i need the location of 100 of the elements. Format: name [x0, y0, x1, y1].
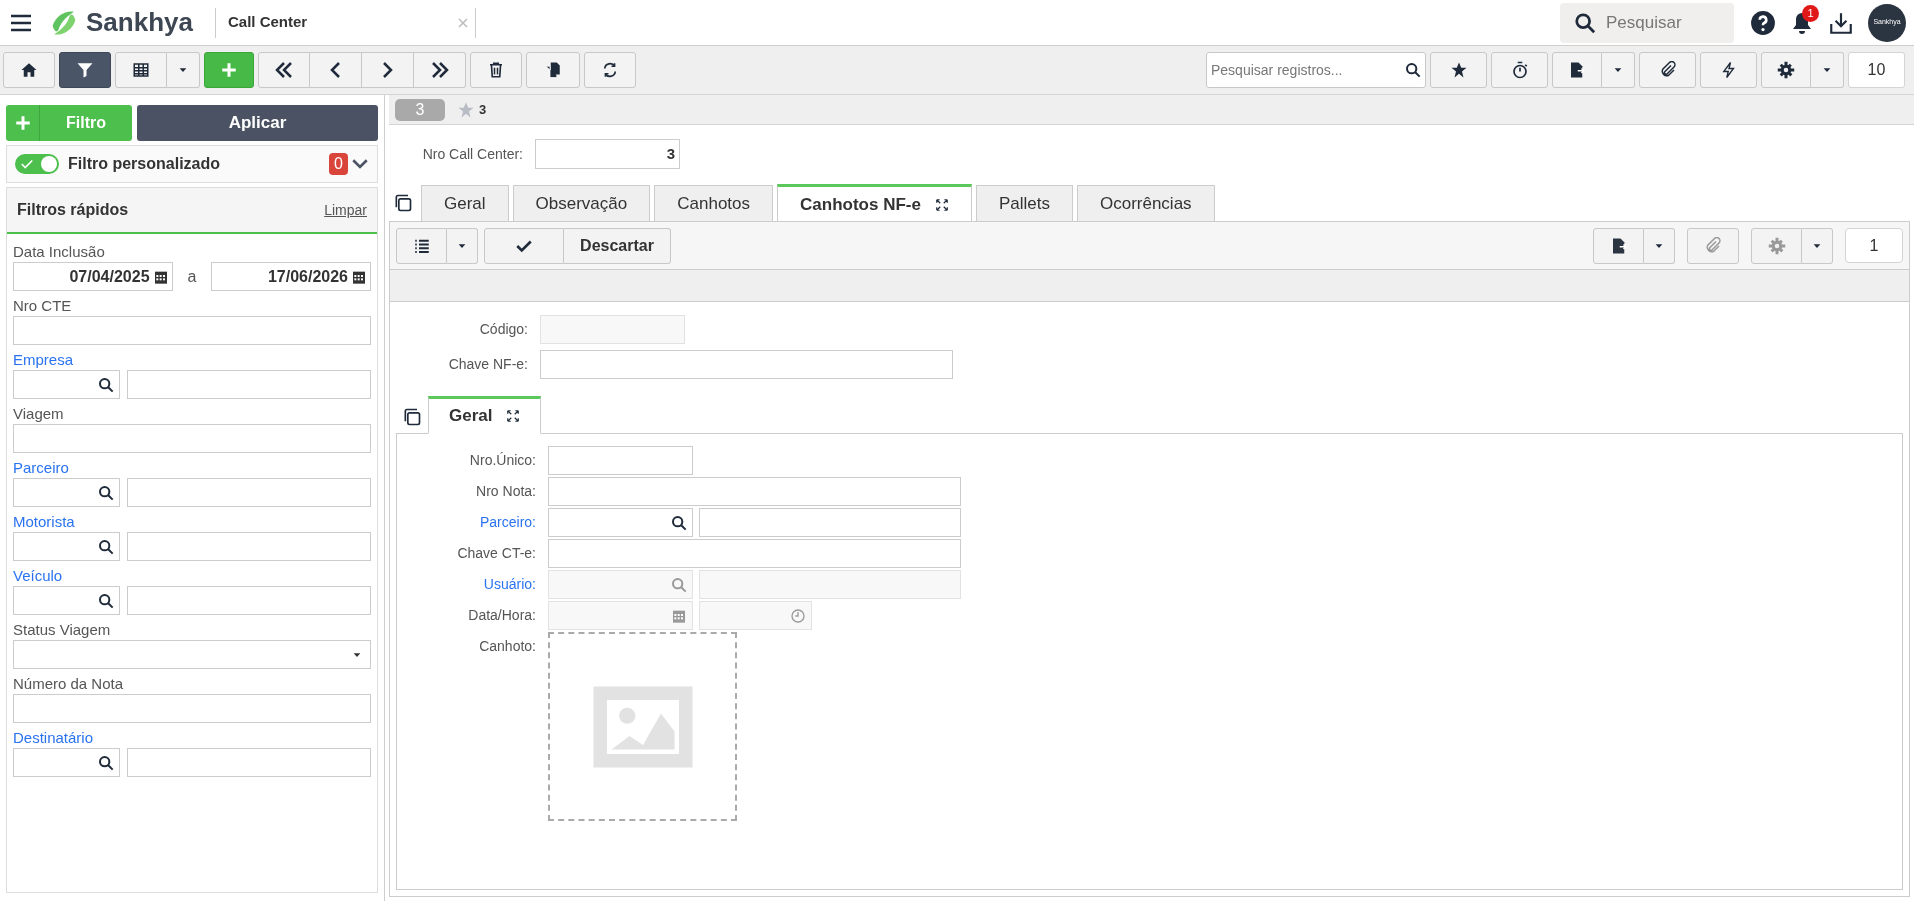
brand-name: Sankhya [86, 6, 193, 39]
record-count: 10 [1848, 52, 1905, 88]
caret-icon [178, 65, 188, 75]
logo[interactable]: Sankhya [47, 3, 193, 42]
date-field[interactable]: 07/04/2025 [13, 262, 173, 291]
home-icon [20, 61, 38, 79]
lookup-code-field[interactable] [13, 586, 120, 615]
export-button[interactable] [1593, 227, 1644, 264]
image-upload-area[interactable] [548, 632, 737, 821]
lookup-code-field[interactable] [13, 370, 120, 399]
copy-icon [544, 61, 562, 79]
field-label: Chave NF-e: [447, 355, 528, 374]
grid-view-dropdown[interactable] [167, 52, 200, 88]
next-record-button[interactable] [362, 52, 414, 88]
export-dropdown[interactable] [1644, 227, 1675, 264]
grid-view-button[interactable] [115, 52, 167, 88]
expand-icon [506, 409, 521, 423]
tab[interactable]: Geral [428, 396, 542, 434]
search-icon [671, 576, 687, 593]
notification-badge: 1 [1802, 4, 1819, 22]
list-view-dropdown[interactable] [447, 227, 478, 264]
star-icon [1449, 61, 1468, 79]
plus-icon [13, 114, 32, 132]
lookup-code-field[interactable] [13, 532, 120, 561]
clock-icon [790, 607, 806, 624]
global-search-field[interactable]: Pesquisar [1560, 2, 1734, 43]
lookup-name-field[interactable] [699, 508, 961, 537]
tab[interactable]: Canhotos NF-e [777, 184, 972, 222]
first-record-button[interactable] [258, 52, 310, 88]
filter-label[interactable]: Parceiro [13, 458, 371, 478]
input-field[interactable] [548, 477, 961, 506]
windows-icon [393, 193, 413, 213]
discard-button[interactable]: Descartar [564, 227, 671, 264]
tab[interactable]: Pallets [975, 185, 1073, 221]
clear-link[interactable]: Limpar [324, 199, 367, 221]
tab[interactable]: Observação [512, 185, 651, 221]
help-icon [1750, 9, 1776, 36]
select-field[interactable] [13, 640, 371, 669]
delete-button[interactable] [470, 52, 522, 88]
filter-label[interactable]: Motorista [13, 512, 371, 532]
caret-icon [1822, 65, 1832, 75]
last-record-button[interactable] [414, 52, 466, 88]
field-label: Código: [478, 320, 528, 339]
save-button[interactable] [484, 227, 564, 264]
filter-icon [76, 61, 94, 79]
input-field[interactable] [548, 539, 961, 568]
actions-button[interactable] [1700, 52, 1757, 88]
favorite-button[interactable] [1430, 52, 1487, 88]
nro-field[interactable]: 3 [535, 139, 680, 169]
field-label[interactable]: Parceiro: [405, 508, 536, 537]
apply-button[interactable]: Aplicar [137, 105, 378, 141]
search-icon [1574, 11, 1596, 34]
lookup-code-field[interactable] [13, 748, 120, 777]
lookup-name-field[interactable] [127, 532, 371, 561]
tab[interactable]: Geral [421, 185, 509, 221]
detail-record-count: 1 [1845, 228, 1903, 263]
tab[interactable]: Ocorrências [1076, 185, 1215, 221]
text-field[interactable] [13, 424, 371, 453]
home-button[interactable] [3, 52, 55, 88]
refresh-button[interactable] [584, 52, 636, 88]
text-field[interactable] [13, 694, 371, 723]
settings-dropdown[interactable] [1802, 227, 1833, 264]
attachment-button[interactable] [1639, 52, 1696, 88]
duplicate-button[interactable] [526, 52, 580, 88]
search-icon [671, 514, 687, 531]
lookup-name-field[interactable] [127, 586, 371, 615]
tab-title[interactable]: Call Center [227, 11, 457, 34]
field-label: Nro.Único: [468, 451, 536, 470]
lookup-code-field[interactable] [13, 478, 120, 507]
timer-button[interactable] [1491, 52, 1548, 88]
settings-button[interactable] [1761, 52, 1811, 88]
lookup-code-field[interactable] [548, 508, 693, 537]
lookup-name-field[interactable] [127, 478, 371, 507]
export-dropdown[interactable] [1602, 52, 1635, 88]
list-view-button[interactable] [396, 227, 447, 264]
settings-dropdown[interactable] [1811, 52, 1844, 88]
tab[interactable]: Canhotos [654, 185, 774, 221]
toggle-switch[interactable] [15, 154, 59, 174]
filter-count-badge: 0 [329, 153, 348, 175]
search-icon [98, 538, 114, 555]
double-chevron-left-icon [275, 61, 293, 79]
filter-button[interactable] [59, 52, 111, 88]
stopwatch-icon [1510, 61, 1529, 79]
record-search-field[interactable]: Pesquisar registros... [1206, 52, 1426, 88]
input-field[interactable] [548, 446, 693, 475]
date-field[interactable]: 17/06/2026 [211, 262, 371, 291]
field-label: Data/Hora: [467, 606, 536, 625]
text-field[interactable] [13, 316, 371, 345]
previous-record-button[interactable] [310, 52, 362, 88]
input-field[interactable] [540, 350, 953, 379]
close-icon [456, 16, 469, 29]
file-export-icon [1568, 61, 1586, 79]
filter-label[interactable]: Veículo [13, 566, 371, 586]
filter-label[interactable]: Empresa [13, 350, 371, 370]
lookup-name-field[interactable] [127, 748, 371, 777]
expand-icon [934, 197, 949, 212]
favorite-count: 3 [479, 100, 487, 119]
filter-label[interactable]: Destinatário [13, 728, 371, 748]
export-button[interactable] [1552, 52, 1602, 88]
lookup-name-field[interactable] [127, 370, 371, 399]
